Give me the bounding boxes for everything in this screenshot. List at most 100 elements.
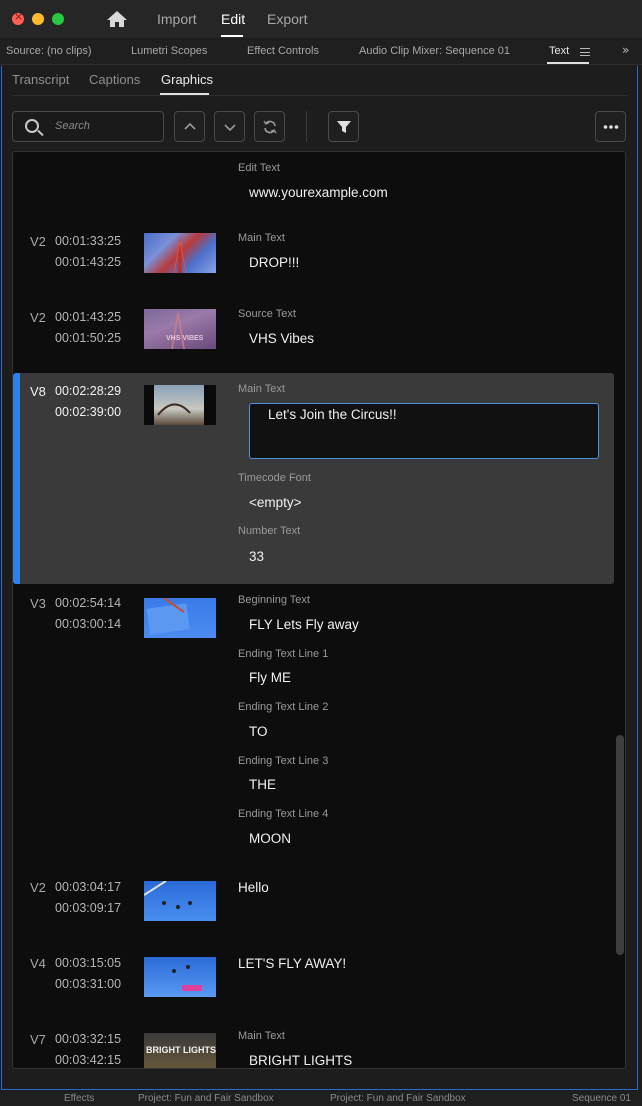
main-text-input[interactable]: Let's Join the Circus!! [249,403,599,459]
maximize-window-icon[interactable] [52,13,64,25]
subtab-captions[interactable]: Captions [89,72,140,87]
track-label: V7 [30,1032,46,1047]
list-item[interactable]: V2 00:01:33:25 00:01:43:25 Main Text DRO… [13,224,625,296]
field-label: Ending Text Line 3 [238,755,329,767]
chevron-up-icon [184,122,196,130]
field-label: Timecode Font [238,472,311,484]
tab-project[interactable]: Project: Fun and Fair Sandbox [138,1093,274,1104]
clip-thumbnail[interactable] [144,385,216,425]
field-label: Main Text [238,383,285,395]
track-label: V2 [30,310,46,325]
filter-button[interactable] [328,111,359,142]
tab-effects[interactable]: Effects [64,1093,94,1104]
toolbar-divider [306,111,307,142]
field-value[interactable]: BRIGHT LIGHTS [249,1053,352,1068]
timecode-out: 00:01:43:25 [55,255,122,269]
list-item-selected[interactable]: V8 00:02:28:29 00:02:39:00 Main Text Let… [13,373,614,584]
timecode-out: 00:03:09:17 [55,901,122,915]
subtab-transcript[interactable]: Transcript [12,72,69,87]
chevron-down-icon [224,124,236,132]
list-item[interactable]: V3 00:02:54:14 00:03:00:14 Beginning Tex… [13,586,625,864]
timecode-in: 00:01:33:25 [55,234,122,248]
previous-result-button[interactable] [174,111,205,142]
thumbnail-caption: BRIGHT LIGHTS [146,1045,216,1055]
field-value[interactable]: Fly ME [249,670,291,685]
clip-thumbnail[interactable]: BRIGHT LIGHTS [144,1033,216,1068]
track-label: V4 [30,956,46,971]
bottom-panel-tabs: Effects Project: Fun and Fair Sandbox Pr… [0,1092,642,1106]
tab-source[interactable]: Source: (no clips) [6,45,92,57]
field-value[interactable]: DROP!!! [249,255,299,270]
timecode-out: 00:02:39:00 [55,405,122,419]
field-value[interactable]: TO [249,724,268,739]
subtab-graphics[interactable]: Graphics [161,72,213,87]
timecode-out: 00:03:31:00 [55,977,122,991]
field-value[interactable]: MOON [249,831,291,846]
minimize-window-icon[interactable] [32,13,44,25]
list-item[interactable]: V2 00:01:43:25 00:01:50:25 VHS VIBES Sou… [13,300,625,372]
field-value[interactable]: 33 [249,549,264,564]
tab-effect-controls[interactable]: Effect Controls [247,45,319,57]
field-label: Ending Text Line 2 [238,701,329,713]
search-field[interactable]: Search [12,111,164,142]
tab-text-active-indicator [547,62,589,64]
timecode-out: 00:01:50:25 [55,331,122,345]
tab-audio-clip-mixer[interactable]: Audio Clip Mixer: Sequence 01 [359,45,510,57]
tab-sequence[interactable]: Sequence 01 [572,1093,631,1104]
list-item[interactable]: V4 00:03:15:05 00:03:31:00 LET'S FLY AWA… [13,946,625,1018]
more-tabs-icon[interactable]: » [622,43,629,57]
scrollbar-thumb[interactable] [616,735,624,955]
clip-thumbnail[interactable] [144,233,216,273]
field-value[interactable]: Hello [238,880,269,895]
panel-menu-icon[interactable] [580,48,590,56]
thumbnail-caption: VHS VIBES [166,335,204,342]
title-bar: Import Edit Export [0,0,642,38]
timecode-in: 00:02:54:14 [55,596,122,610]
tab-lumetri-scopes[interactable]: Lumetri Scopes [131,45,207,57]
list-item[interactable]: Edit Text www.yourexample.com [13,152,625,222]
selection-indicator [13,373,20,584]
timecode-in: 00:03:32:15 [55,1032,122,1046]
close-window-icon[interactable] [12,10,24,25]
track-label: V2 [30,880,46,895]
field-label: Ending Text Line 1 [238,648,329,660]
clip-thumbnail[interactable] [144,598,216,638]
field-value[interactable]: www.yourexample.com [249,185,388,200]
field-value[interactable]: THE [249,777,276,792]
track-label: V2 [30,234,46,249]
field-value[interactable]: LET'S FLY AWAY! [238,956,346,971]
refresh-button[interactable] [254,111,285,142]
field-value[interactable]: VHS Vibes [249,331,314,346]
track-label: V8 [30,384,46,399]
clip-thumbnail[interactable] [144,881,216,921]
workspace-edit[interactable]: Edit [221,11,245,27]
refresh-icon [263,120,277,134]
list-item[interactable]: V2 00:03:04:17 00:03:09:17 Hello [13,870,625,942]
search-placeholder: Search [55,120,90,132]
field-value[interactable]: <empty> [249,495,302,510]
workspace-import[interactable]: Import [157,11,197,27]
clip-thumbnail[interactable] [144,957,216,997]
field-label: Ending Text Line 4 [238,808,329,820]
tab-project[interactable]: Project: Fun and Fair Sandbox [330,1093,466,1104]
field-label: Main Text [238,232,285,244]
search-icon [25,119,39,133]
list-item[interactable]: V7 00:03:32:15 00:03:42:15 BRIGHT LIGHTS… [13,1022,625,1068]
workspace-export[interactable]: Export [267,11,307,27]
clip-thumbnail[interactable]: VHS VIBES [144,309,216,349]
timecode-in: 00:01:43:25 [55,310,122,324]
home-icon[interactable] [106,10,128,28]
field-label: Beginning Text [238,594,310,606]
field-value[interactable]: FLY Lets Fly away [249,617,359,632]
track-label: V3 [30,596,46,611]
field-label: Number Text [238,525,301,537]
tab-text[interactable]: Text [549,45,569,57]
next-result-button[interactable] [214,111,245,142]
timecode-in: 00:03:15:05 [55,956,122,970]
workspace-active-indicator [221,35,243,37]
graphics-list[interactable]: Edit Text www.yourexample.com V2 00:01:3… [12,151,626,1069]
field-label: Source Text [238,308,296,320]
main-text-input-value: Let's Join the Circus!! [268,407,397,422]
more-options-button[interactable] [595,111,626,142]
subtab-divider [12,95,628,96]
